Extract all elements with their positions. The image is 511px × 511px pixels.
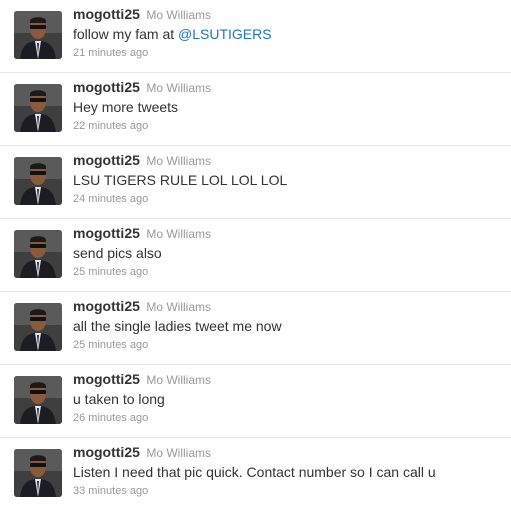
tweet-text: Listen I need that pic quick. Contact nu… [73, 464, 436, 480]
timestamp-link[interactable]: 21 minutes ago [73, 46, 503, 61]
full-name: Mo Williams [146, 81, 212, 95]
full-name: Mo Williams [146, 446, 212, 460]
mention-link[interactable]: @LSUTIGERS [178, 26, 272, 42]
timestamp-link[interactable]: 26 minutes ago [73, 411, 503, 426]
tweet-item: mogotti25 Mo Williams follow my fam at @… [0, 0, 511, 73]
profile-photo-icon[interactable] [14, 449, 62, 497]
screen-name-link[interactable]: mogotti25 [73, 79, 140, 95]
tweet-header: mogotti25 Mo Williams [73, 6, 503, 23]
tweet-text: follow my fam at @LSUTIGERS [73, 25, 503, 44]
timestamp-link[interactable]: 24 minutes ago [73, 192, 503, 207]
full-name: Mo Williams [146, 300, 212, 314]
tweet-text-body: follow my fam at [73, 26, 179, 42]
full-name: Mo Williams [146, 373, 212, 387]
tweet-item: mogotti25 Mo Williams LSU TIGERS RULE LO… [0, 146, 511, 219]
tweet-item: mogotti25 Mo Williams u taken to long 26… [0, 365, 511, 438]
tweet-content: mogotti25 Mo Williams send pics also 25 … [73, 225, 503, 280]
tweet-text: Hey more tweets [73, 99, 179, 115]
tweet-item: mogotti25 Mo Williams send pics also 25 … [0, 219, 511, 292]
tweet-content: mogotti25 Mo Williams follow my fam at @… [73, 6, 503, 61]
tweet-content: mogotti25 Mo Williams u taken to long 26… [73, 371, 503, 426]
full-name: Mo Williams [146, 154, 212, 168]
tweet-header: mogotti25 Mo Williams [73, 371, 503, 388]
tweet-header: mogotti25 Mo Williams [73, 79, 503, 96]
timestamp-link[interactable]: 25 minutes ago [73, 265, 503, 280]
profile-photo-icon[interactable] [14, 230, 62, 278]
tweet-header: mogotti25 Mo Williams [73, 444, 503, 461]
tweet-text: u taken to long [73, 391, 165, 407]
timestamp-link[interactable]: 25 minutes ago [73, 338, 503, 353]
full-name: Mo Williams [146, 227, 212, 241]
profile-photo-icon[interactable] [14, 11, 62, 59]
tweet-item: mogotti25 Mo Williams Listen I need that… [0, 438, 511, 511]
tweet-content: mogotti25 Mo Williams LSU TIGERS RULE LO… [73, 152, 503, 207]
screen-name-link[interactable]: mogotti25 [73, 6, 140, 22]
tweet-content: mogotti25 Mo Williams Hey more tweets 22… [73, 79, 503, 134]
profile-photo-icon[interactable] [14, 157, 62, 205]
timestamp-link[interactable]: 33 minutes ago [73, 484, 503, 499]
profile-photo-icon[interactable] [14, 84, 62, 132]
tweet-text: send pics also [73, 245, 162, 261]
profile-photo-icon[interactable] [14, 376, 62, 424]
tweet-header: mogotti25 Mo Williams [73, 298, 503, 315]
screen-name-link[interactable]: mogotti25 [73, 225, 140, 241]
tweet-text: LSU TIGERS RULE LOL LOL LOL [73, 172, 288, 188]
tweet-content: mogotti25 Mo Williams all the single lad… [73, 298, 503, 353]
profile-photo-icon[interactable] [14, 303, 62, 351]
tweet-feed: mogotti25 Mo Williams follow my fam at @… [0, 0, 511, 506]
tweet-content: mogotti25 Mo Williams Listen I need that… [73, 444, 503, 499]
screen-name-link[interactable]: mogotti25 [73, 152, 140, 168]
tweet-text: all the single ladies tweet me now [73, 318, 282, 334]
tweet-item: mogotti25 Mo Williams Hey more tweets 22… [0, 73, 511, 146]
tweet-header: mogotti25 Mo Williams [73, 152, 503, 169]
tweet-item: mogotti25 Mo Williams all the single lad… [0, 292, 511, 365]
tweet-header: mogotti25 Mo Williams [73, 225, 503, 242]
screen-name-link[interactable]: mogotti25 [73, 298, 140, 314]
screen-name-link[interactable]: mogotti25 [73, 371, 140, 387]
screen-name-link[interactable]: mogotti25 [73, 444, 140, 460]
full-name: Mo Williams [146, 8, 212, 22]
timestamp-link[interactable]: 22 minutes ago [73, 119, 503, 134]
